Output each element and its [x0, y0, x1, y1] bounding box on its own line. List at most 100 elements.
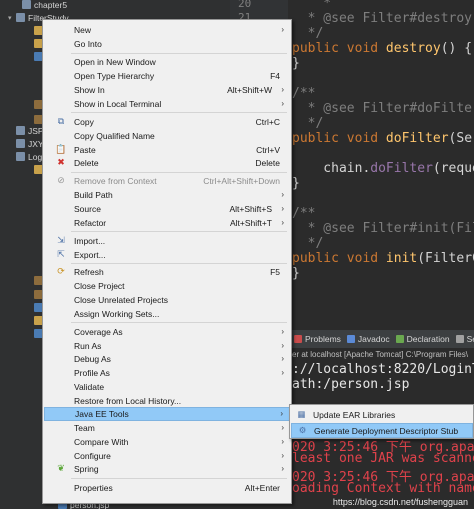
submenu-item-label: Update EAR Libraries	[313, 409, 396, 420]
code-line: /**	[292, 86, 315, 101]
menu-item-validate[interactable]: Validate	[44, 380, 290, 394]
menu-item-team[interactable]: Team ›	[44, 421, 290, 435]
submenu-arrow-icon: ›	[281, 354, 284, 364]
menu-item-close-unrelated-projects[interactable]: Close Unrelated Projects	[44, 293, 290, 307]
export-icon: ⇱	[57, 249, 65, 260]
se-icon	[455, 335, 464, 343]
code-token: () {	[440, 41, 473, 56]
menu-item-debug-as[interactable]: Debug As ›	[44, 352, 290, 366]
code-line: public void destroy() {	[292, 41, 472, 56]
menu-item-shortcut: Alt+Shift+T	[229, 217, 272, 228]
tab-se[interactable]: Se	[455, 334, 474, 344]
menu-item-coverage-as[interactable]: Coverage As ›	[44, 325, 290, 339]
code-token: public void	[292, 131, 386, 146]
submenu-item-generate-deployment-descriptor-stub[interactable]: ⚙ Generate Deployment Descriptor Stub	[291, 423, 473, 438]
menu-item-shortcut: Ctrl+V	[256, 144, 280, 155]
console-line: oading Context with name	[292, 481, 474, 496]
import-icon: ⇲	[57, 235, 65, 246]
console-tab-bar: Problems Javadoc Declaration Se	[288, 330, 474, 348]
menu-item-restore-from-local-history[interactable]: Restore from Local History...	[44, 394, 290, 408]
menu-item-show-in-local-terminal[interactable]: Show in Local Terminal ›	[44, 97, 290, 111]
menu-item-compare-with[interactable]: Compare With ›	[44, 435, 290, 449]
code-token: public void	[292, 251, 386, 266]
tab-problems[interactable]: Problems	[294, 334, 341, 344]
menu-item-assign-working-sets[interactable]: Assign Working Sets...	[44, 307, 290, 321]
menu-item-label: Copy	[74, 116, 94, 127]
menu-separator	[71, 263, 287, 264]
code-token: }	[292, 266, 300, 281]
console-line: ath:/person.jsp	[292, 377, 410, 392]
menu-item-label: Close Unrelated Projects	[74, 294, 169, 305]
menu-item-close-project[interactable]: Close Project	[44, 279, 290, 293]
code-line: public void doFilter(Serv	[292, 131, 474, 146]
menu-item-label: Compare With	[74, 436, 129, 447]
code-line: }	[292, 176, 300, 191]
submenu-arrow-icon: ›	[281, 451, 284, 461]
code-line: }	[292, 56, 300, 71]
code-token: doFilter	[385, 131, 449, 146]
menu-item-remove-from-context[interactable]: ⊘ Remove from Context Ctrl+Alt+Shift+Down	[44, 174, 290, 188]
menu-item-shortcut: Ctrl+Alt+Shift+Down	[203, 175, 280, 186]
menu-item-label: Run As	[74, 340, 102, 351]
menu-item-configure[interactable]: Configure ›	[44, 449, 290, 463]
menu-item-paste[interactable]: 📋 Paste Ctrl+V	[44, 143, 290, 157]
menu-item-label: Remove from Context	[74, 175, 157, 186]
javadoc-icon	[346, 335, 355, 343]
code-line: }	[292, 266, 300, 281]
code-token: (reque	[432, 161, 474, 176]
spring-icon: ❦	[57, 463, 65, 474]
menu-item-label: Profile As	[74, 367, 110, 378]
ear-icon: ▦	[297, 409, 306, 419]
menu-item-label: Delete	[74, 157, 99, 168]
code-token: */	[292, 26, 324, 41]
code-token: (Serv	[448, 131, 474, 146]
menu-item-shortcut: Ctrl+C	[255, 116, 280, 127]
menu-item-label: Team	[74, 422, 95, 433]
menu-item-run-as[interactable]: Run As ›	[44, 339, 290, 353]
tree-expanded-icon[interactable]: ▾	[8, 14, 16, 22]
tree-item[interactable]: chapter5	[0, 0, 67, 11]
project-icon	[16, 139, 25, 148]
menu-item-label: Import...	[74, 235, 106, 246]
code-token: public void	[292, 41, 386, 56]
menu-item-export[interactable]: ⇱ Export...	[44, 248, 290, 262]
menu-item-copy-qualified-name[interactable]: Copy Qualified Name	[44, 129, 290, 143]
tab-label: Javadoc	[357, 334, 390, 344]
menu-item-refactor[interactable]: Refactor Alt+Shift+T ›	[44, 216, 290, 230]
submenu-arrow-icon: ›	[280, 409, 283, 419]
menu-item-label: Open in New Window	[74, 56, 156, 67]
submenu-arrow-icon: ›	[281, 85, 284, 95]
tree-item[interactable]: JXYJ	[0, 137, 48, 150]
menu-item-label: New	[74, 24, 92, 35]
code-line: * @see Filter#doFilter(S	[292, 101, 474, 116]
menu-item-spring[interactable]: ❦ Spring ›	[44, 462, 290, 476]
tab-javadoc[interactable]: Javadoc	[346, 334, 390, 344]
menu-item-build-path[interactable]: Build Path ›	[44, 188, 290, 202]
menu-item-open-in-new-window[interactable]: Open in New Window	[44, 55, 290, 69]
menu-item-delete[interactable]: ✖ Delete Delete	[44, 156, 290, 170]
menu-item-new[interactable]: New ›	[44, 23, 290, 37]
console-description: er at localhost [Apache Tomcat] C:\Progr…	[292, 350, 468, 359]
copy-icon: ⧉	[57, 116, 65, 127]
watermark-text: https://blog.csdn.net/fushengguan	[332, 497, 468, 507]
menu-item-show-in[interactable]: Show In Alt+Shift+W ›	[44, 83, 290, 97]
menu-item-source[interactable]: Source Alt+Shift+S ›	[44, 202, 290, 216]
menu-item-label: Refresh	[74, 266, 104, 277]
menu-item-label: Copy Qualified Name	[74, 130, 155, 141]
submenu-item-update-ear-libraries[interactable]: ▦ Update EAR Libraries	[291, 407, 473, 422]
menu-item-profile-as[interactable]: Profile As ›	[44, 366, 290, 380]
tab-declaration[interactable]: Declaration	[395, 334, 450, 344]
menu-item-properties[interactable]: Properties Alt+Enter	[44, 481, 290, 495]
menu-separator	[71, 322, 287, 323]
menu-item-java-ee-tools[interactable]: Java EE Tools ›	[44, 407, 290, 421]
menu-item-refresh[interactable]: ⟳ Refresh F5	[44, 265, 290, 279]
menu-item-import[interactable]: ⇲ Import...	[44, 234, 290, 248]
submenu-arrow-icon: ›	[281, 437, 284, 447]
code-token: destroy	[385, 41, 441, 56]
menu-item-label: Configure	[74, 450, 111, 461]
code-line: /**	[292, 206, 315, 221]
menu-item-go-into[interactable]: Go Into	[44, 37, 290, 51]
submenu-arrow-icon: ›	[281, 464, 284, 474]
menu-item-open-type-hierarchy[interactable]: Open Type Hierarchy F4	[44, 69, 290, 83]
menu-item-copy[interactable]: ⧉ Copy Ctrl+C	[44, 115, 290, 129]
